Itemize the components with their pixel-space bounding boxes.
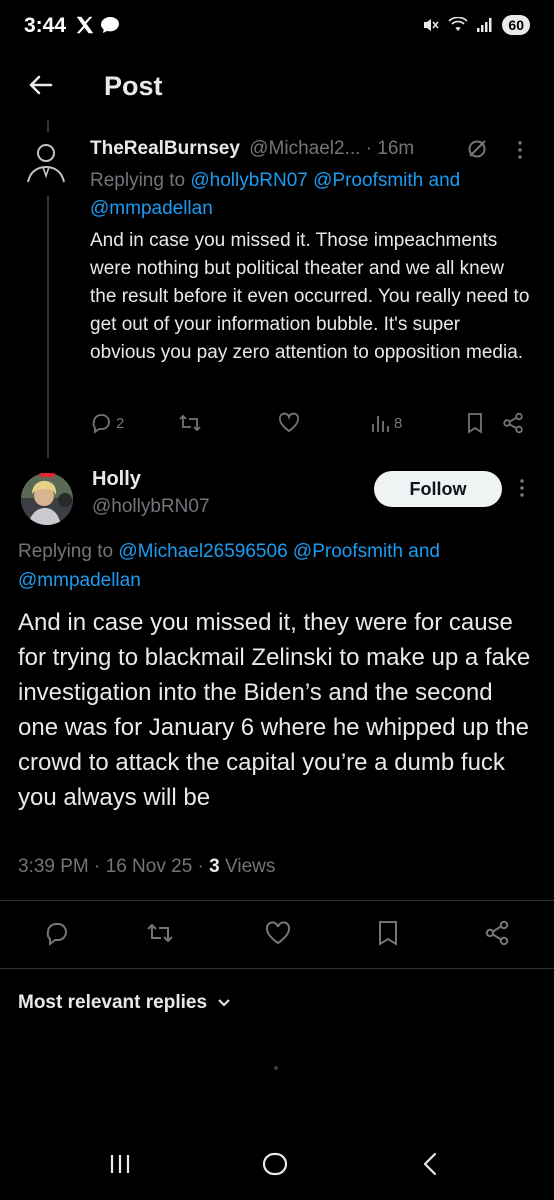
more-options-icon[interactable] xyxy=(516,140,524,160)
mention-link[interactable]: @mmpadellan xyxy=(18,570,141,591)
avatar[interactable] xyxy=(18,468,76,526)
back-arrow-icon[interactable] xyxy=(26,70,56,100)
retweet-icon xyxy=(147,923,173,943)
avatar-default[interactable] xyxy=(22,138,70,186)
reply-button[interactable] xyxy=(44,920,70,946)
like-action[interactable] xyxy=(278,412,300,434)
replying-to-label: Replying to xyxy=(90,170,186,191)
main-tweet-text: And in case you missed it, they were for… xyxy=(18,609,531,811)
mention-links[interactable]: @hollybRN07 @Proofsmith and xyxy=(190,170,460,191)
status-time: 3:44 xyxy=(24,14,67,37)
retweet-button[interactable] xyxy=(146,920,174,946)
page-title: Post xyxy=(104,71,163,101)
bookmark-icon xyxy=(379,921,397,946)
follow-button[interactable]: Follow xyxy=(374,471,502,507)
replies-sort-label: Most relevant replies xyxy=(18,992,208,1013)
grok-icon[interactable] xyxy=(466,138,488,160)
reply-tweet-text: And in case you missed it. Those impeach… xyxy=(90,230,530,363)
reply-count: 2 xyxy=(116,414,125,432)
reply-handle-time: @Michael2... · 16m xyxy=(249,138,415,159)
more-options-icon[interactable] xyxy=(518,478,526,498)
bookmark-action[interactable] xyxy=(466,412,484,434)
bookmark-button[interactable] xyxy=(377,920,399,946)
mention-links[interactable]: @Michael26596506 @Proofsmith and xyxy=(118,541,440,562)
reply-action[interactable]: 2 xyxy=(90,412,124,434)
share-button[interactable] xyxy=(484,920,510,946)
main-replying-to: Replying to @Michael26596506 @Proofsmith… xyxy=(18,537,538,595)
mute-icon xyxy=(422,16,440,34)
author-display-name[interactable]: Holly xyxy=(92,468,141,491)
heart-icon xyxy=(265,921,291,945)
reply-replying-to: Replying to @hollybRN07 @Proofsmith and … xyxy=(90,167,540,223)
mention-link[interactable]: @mmpadellan xyxy=(90,198,213,219)
author-handle[interactable]: @hollybRN07 xyxy=(92,496,210,518)
signal-icon xyxy=(476,17,494,33)
views-action[interactable]: 8 xyxy=(370,412,402,434)
recent-apps-icon[interactable] xyxy=(108,1152,132,1176)
x-logo-icon xyxy=(74,14,96,36)
share-icon xyxy=(485,920,509,946)
views-icon xyxy=(372,416,389,432)
divider xyxy=(0,968,554,969)
thread-line-top xyxy=(47,120,49,132)
nav-back-icon[interactable] xyxy=(420,1151,440,1177)
wifi-icon xyxy=(448,17,468,33)
bookmark-icon xyxy=(468,413,482,434)
reply-display-name[interactable]: TheRealBurnsey xyxy=(90,138,240,159)
views-count: 8 xyxy=(394,414,403,432)
loading-dot xyxy=(274,1066,278,1070)
share-action[interactable] xyxy=(502,412,524,434)
replies-sort-dropdown[interactable]: Most relevant replies xyxy=(18,992,231,1014)
thread-line xyxy=(47,196,49,458)
retweet-action[interactable] xyxy=(178,412,202,434)
retweet-icon xyxy=(179,414,201,432)
like-button[interactable] xyxy=(264,920,292,946)
status-icons: 60 xyxy=(422,15,530,35)
views-label[interactable]: Views xyxy=(225,856,275,877)
heart-icon xyxy=(278,412,300,433)
tweet-timestamp: 3:39 PM · 16 Nov 25 · xyxy=(18,856,204,877)
divider xyxy=(0,900,554,901)
chat-bubble-icon xyxy=(100,16,120,34)
reply-icon xyxy=(46,923,67,946)
chevron-down-icon xyxy=(218,999,230,1007)
reply-author-line: TheRealBurnsey @Michael2... · 16m xyxy=(90,138,414,160)
tweet-meta: 3:39 PM · 16 Nov 25 · 3 Views xyxy=(18,856,275,878)
share-icon xyxy=(503,412,523,434)
battery-indicator: 60 xyxy=(502,15,530,35)
home-icon[interactable] xyxy=(262,1151,288,1177)
views-count[interactable]: 3 xyxy=(209,856,220,877)
replying-to-label: Replying to xyxy=(18,541,114,562)
reply-icon xyxy=(92,414,110,434)
